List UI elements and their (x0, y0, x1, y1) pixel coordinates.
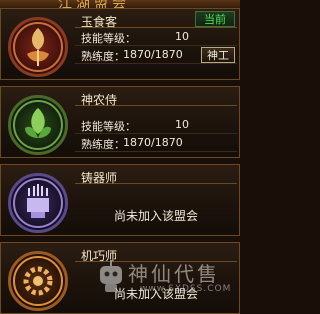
skill-level-row: 技能等级： 10 (75, 29, 237, 46)
guild-name: 神农侍 (81, 93, 118, 107)
guild-panel-shennong[interactable]: 神农侍 技能等级： 10 熟练度： 1870/1870 (0, 86, 240, 158)
skill-level-value: 10 (175, 118, 189, 131)
skill-level-label: 技能等级： (81, 120, 136, 133)
watermark-text: 神仙代售 (128, 262, 220, 286)
guild-panel-zhuqi[interactable]: 铸器师 尚未加入该盟会 (0, 164, 240, 236)
not-joined-status: 尚未加入该盟会 (113, 209, 198, 223)
phoenix-emblem-icon (8, 17, 68, 77)
skill-level-row: 技能等级： 10 (75, 117, 237, 134)
proficiency-row: 熟练度： 1870/1870 (75, 135, 237, 152)
gear-emblem-icon (8, 251, 68, 311)
proficiency-label: 熟练度： (81, 50, 125, 63)
guild-name: 玉食客 (81, 15, 118, 29)
guild-name: 铸器师 (81, 171, 118, 185)
proficiency-row: 熟练度： 1870/1870 神工 (75, 47, 237, 64)
current-badge: 当前 (195, 11, 235, 27)
shengong-button[interactable]: 神工 (201, 47, 235, 63)
robot-mascot-icon (100, 260, 122, 292)
watermark-url: www.SXDSS.COM (140, 284, 232, 294)
proficiency-value: 1870/1870 (123, 48, 183, 61)
forge-emblem-icon (8, 173, 68, 233)
proficiency-value: 1870/1870 (123, 136, 183, 149)
watermark: 神仙代售 www.SXDSS.COM (96, 256, 236, 298)
skill-level-value: 10 (175, 30, 189, 43)
guild-panel-yushike[interactable]: 玉食客 当前 技能等级： 10 熟练度： 1870/1870 神工 (0, 8, 240, 80)
skill-level-label: 技能等级： (81, 32, 136, 45)
proficiency-label: 熟练度： (81, 138, 125, 151)
herb-leaf-emblem-icon (8, 95, 68, 155)
